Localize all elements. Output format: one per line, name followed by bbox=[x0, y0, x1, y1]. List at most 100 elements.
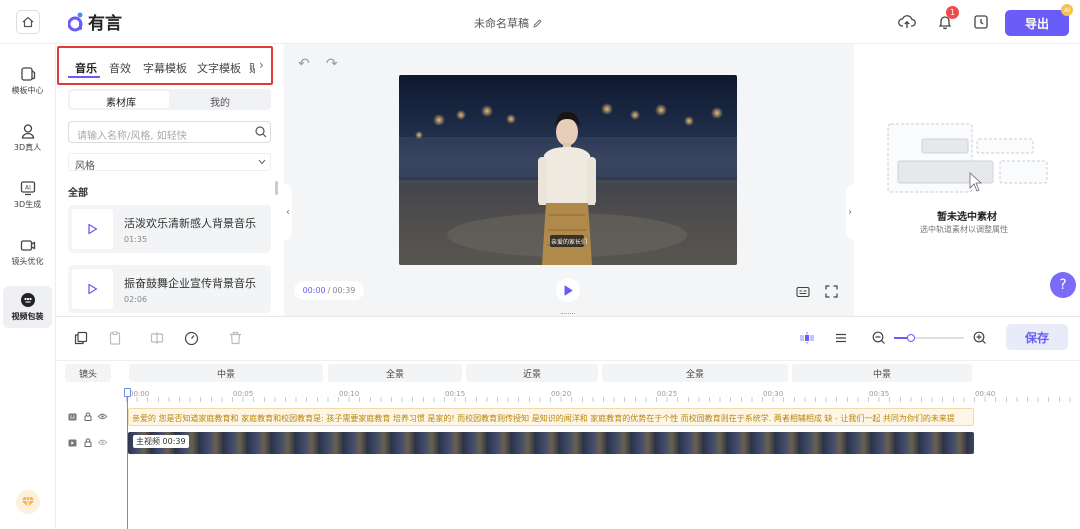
speed-button[interactable] bbox=[180, 327, 202, 349]
main-video-clip[interactable]: 主视频 00:39 bbox=[128, 432, 974, 454]
split-button[interactable] bbox=[146, 327, 168, 349]
tick-label: 00:30 bbox=[763, 390, 784, 398]
ai-badge: AI bbox=[1061, 4, 1073, 16]
segment-mine[interactable]: 我的 bbox=[210, 94, 230, 109]
copy-icon bbox=[74, 331, 88, 345]
brand-name: 有言 bbox=[88, 14, 122, 34]
tab-subtitle-templates[interactable]: 字幕模板 bbox=[143, 60, 187, 76]
music-duration: 02:06 bbox=[124, 295, 148, 304]
style-filter-value: 风格 bbox=[75, 161, 95, 172]
play-icon bbox=[88, 223, 98, 235]
logo-mark-icon bbox=[67, 12, 84, 32]
history-button[interactable] bbox=[970, 11, 992, 33]
playback-time: 00:00 / 00:39 bbox=[294, 281, 364, 300]
shot-segment[interactable]: 中景 bbox=[129, 364, 323, 382]
music-play-button[interactable] bbox=[72, 269, 113, 309]
tick-label: 00:15 bbox=[445, 390, 466, 398]
nav-item-video-package[interactable]: 视频包装 bbox=[3, 286, 52, 328]
vip-button[interactable] bbox=[16, 490, 40, 514]
collapse-left-panel-button[interactable]: ‹ bbox=[284, 184, 292, 240]
undo-icon[interactable]: ↶ bbox=[298, 56, 310, 72]
resize-handle[interactable] bbox=[561, 313, 575, 315]
tab-music[interactable]: 音乐 bbox=[75, 60, 97, 76]
time-separator: / bbox=[327, 286, 331, 295]
subtitle-toggle-button[interactable] bbox=[796, 283, 810, 302]
style-filter-select[interactable]: 风格 bbox=[68, 153, 271, 172]
fullscreen-button[interactable] bbox=[825, 283, 838, 302]
time-ruler[interactable]: 00:00 00:05 00:10 00:15 00:20 00:25 00:3… bbox=[126, 388, 1080, 402]
shot-segment[interactable]: 全景 bbox=[328, 364, 462, 382]
lock-icon[interactable] bbox=[83, 412, 92, 421]
music-play-button[interactable] bbox=[72, 209, 113, 249]
library-scrollbar[interactable] bbox=[275, 181, 278, 195]
collapse-right-panel-button[interactable]: › bbox=[846, 184, 854, 240]
nav-item-3d-avatar[interactable]: 3D真人 bbox=[3, 117, 52, 159]
chevron-left-icon: ‹ bbox=[286, 206, 290, 218]
visibility-eye-icon[interactable] bbox=[98, 412, 107, 421]
speed-icon bbox=[184, 331, 198, 345]
paste-button[interactable] bbox=[104, 327, 126, 349]
lock-icon[interactable] bbox=[83, 438, 92, 447]
question-icon: ? bbox=[1059, 277, 1067, 293]
editor-app: 有言 未命名草稿 1 导出 AI 模板中心 3D真人 AI 3D生成 镜头优化 … bbox=[0, 0, 1080, 529]
shot-segment[interactable]: 中景 bbox=[792, 364, 972, 382]
svg-text:AI: AI bbox=[25, 185, 31, 192]
redo-icon[interactable]: ↷ bbox=[326, 56, 338, 72]
export-button[interactable]: 导出 bbox=[1005, 10, 1069, 36]
video-track-icon bbox=[68, 438, 77, 447]
search-input[interactable]: 请输入名称/风格, 如轻快 bbox=[68, 121, 271, 143]
play-button[interactable] bbox=[556, 278, 580, 302]
video-preview[interactable]: 亲爱的家长们 bbox=[399, 75, 737, 265]
zoom-in-button[interactable] bbox=[969, 327, 991, 349]
trash-icon bbox=[229, 331, 241, 345]
search-icon[interactable] bbox=[255, 126, 267, 138]
total-time: 00:39 bbox=[332, 286, 356, 295]
tick-label: 00:00 bbox=[129, 390, 150, 398]
nav-item-template-center[interactable]: 模板中心 bbox=[3, 60, 52, 102]
paste-icon bbox=[109, 331, 121, 345]
list-view-button[interactable] bbox=[830, 327, 852, 349]
delete-button[interactable] bbox=[224, 327, 246, 349]
tab-stickers[interactable]: 贴 bbox=[249, 60, 255, 76]
notification-count-badge: 1 bbox=[946, 6, 959, 19]
help-button[interactable]: ? bbox=[1050, 272, 1076, 298]
shot-segment[interactable]: 全景 bbox=[602, 364, 788, 382]
segment-library[interactable]: 素材库 bbox=[106, 94, 136, 109]
nav-item-camera-optimize[interactable]: 镜头优化 bbox=[3, 231, 52, 273]
snap-icon bbox=[800, 332, 814, 344]
visibility-eye-icon[interactable] bbox=[98, 438, 107, 447]
nav-item-label: 3D真人 bbox=[13, 143, 42, 152]
avatar-icon bbox=[19, 123, 37, 139]
video-subtitle: 亲爱的家长们 bbox=[551, 239, 588, 246]
section-title: 全部 bbox=[68, 188, 88, 199]
zoom-slider[interactable] bbox=[894, 334, 964, 342]
tab-text-templates[interactable]: 文字模板 bbox=[197, 60, 241, 76]
zoom-slider-handle[interactable] bbox=[907, 334, 915, 342]
video-track-controls bbox=[68, 438, 107, 447]
music-item[interactable]: 活泼欢乐清新感人背景音乐 01:35 bbox=[68, 205, 271, 253]
home-button[interactable] bbox=[16, 10, 40, 34]
copy-button[interactable] bbox=[70, 327, 92, 349]
playhead-handle[interactable] bbox=[124, 388, 131, 397]
brand-logo[interactable]: 有言 bbox=[67, 9, 122, 34]
camera-icon bbox=[19, 237, 37, 253]
top-bar: 有言 未命名草稿 1 导出 AI bbox=[0, 0, 1080, 44]
caption-track-clip[interactable]: 亲爱的 您是否知道家庭教育和 家庭教育和校园教育是: 孩子需要家庭教育 培养习惯… bbox=[128, 408, 974, 426]
cloud-upload-button[interactable] bbox=[896, 11, 918, 33]
history-icon bbox=[974, 15, 988, 29]
package-icon bbox=[19, 292, 37, 308]
music-title: 活泼欢乐清新感人背景音乐 bbox=[124, 217, 256, 230]
tabs-scroll-right-icon[interactable]: › bbox=[259, 58, 264, 72]
document-title[interactable]: 未命名草稿 bbox=[474, 15, 542, 31]
empty-state-illustration bbox=[887, 123, 1048, 193]
zoom-out-button[interactable] bbox=[868, 327, 890, 349]
tab-sound-effects[interactable]: 音效 bbox=[109, 60, 131, 76]
empty-state-title: 暂未选中素材 bbox=[937, 212, 997, 223]
magnet-snap-button[interactable] bbox=[796, 327, 818, 349]
shot-segment[interactable]: 近景 bbox=[466, 364, 598, 382]
edit-pencil-icon[interactable] bbox=[533, 18, 542, 28]
main-video-label: 主视频 00:39 bbox=[133, 435, 189, 448]
nav-item-3d-generate[interactable]: AI 3D生成 bbox=[3, 174, 52, 216]
save-button[interactable]: 保存 bbox=[1006, 324, 1068, 350]
music-item[interactable]: 振奋鼓舞企业宣传背景音乐 02:06 bbox=[68, 265, 271, 313]
